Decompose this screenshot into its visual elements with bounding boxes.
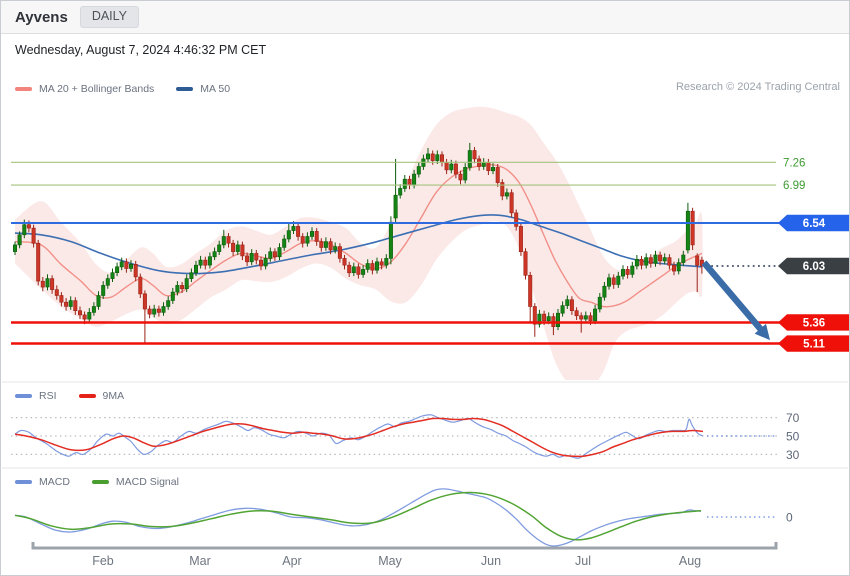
x-axis: Feb Mar Apr May Jun Jul Aug <box>33 542 776 568</box>
x-axis-month-label: Aug <box>679 554 701 568</box>
macd-panel: 0 <box>15 489 793 546</box>
price-panel <box>13 107 703 391</box>
x-axis-month-label: Mar <box>189 554 211 568</box>
price-tag-label: 5.36 <box>803 317 825 329</box>
macd-signal-line <box>15 492 701 539</box>
price-tag-label: 6.54 <box>803 218 826 230</box>
price-tag-label: 6.03 <box>803 261 825 273</box>
x-axis-bar <box>33 542 776 548</box>
rsi-gridline-label: 30 <box>786 448 800 462</box>
rsi-9ma-line <box>15 418 703 456</box>
price-level-label: 6.99 <box>783 180 805 192</box>
price-level-label: 7.26 <box>783 157 805 169</box>
price-tag-label: 5.11 <box>803 339 825 351</box>
x-axis-month-label: May <box>378 554 402 568</box>
macd-line <box>15 489 701 546</box>
x-axis-month-label: Apr <box>282 554 301 568</box>
x-axis-month-label: Feb <box>92 554 114 568</box>
rsi-gridline-label: 70 <box>786 411 800 425</box>
chart-canvas: 7.26 6.99 6.54 6.03 5.36 5.11 70 50 30 0 Feb Mar Apr… <box>1 1 849 575</box>
x-axis-month-label: Jun <box>481 554 501 568</box>
bollinger-band-area <box>15 107 703 391</box>
trading-central-chart-page: Ayvens DAILY Wednesday, August 7, 2024 4… <box>0 0 850 576</box>
rsi-panel: 70 50 30 <box>11 411 800 462</box>
macd-gridline-label: 0 <box>786 511 793 525</box>
rsi-gridline-label: 50 <box>786 430 800 444</box>
x-axis-month-label: Jul <box>575 554 591 568</box>
